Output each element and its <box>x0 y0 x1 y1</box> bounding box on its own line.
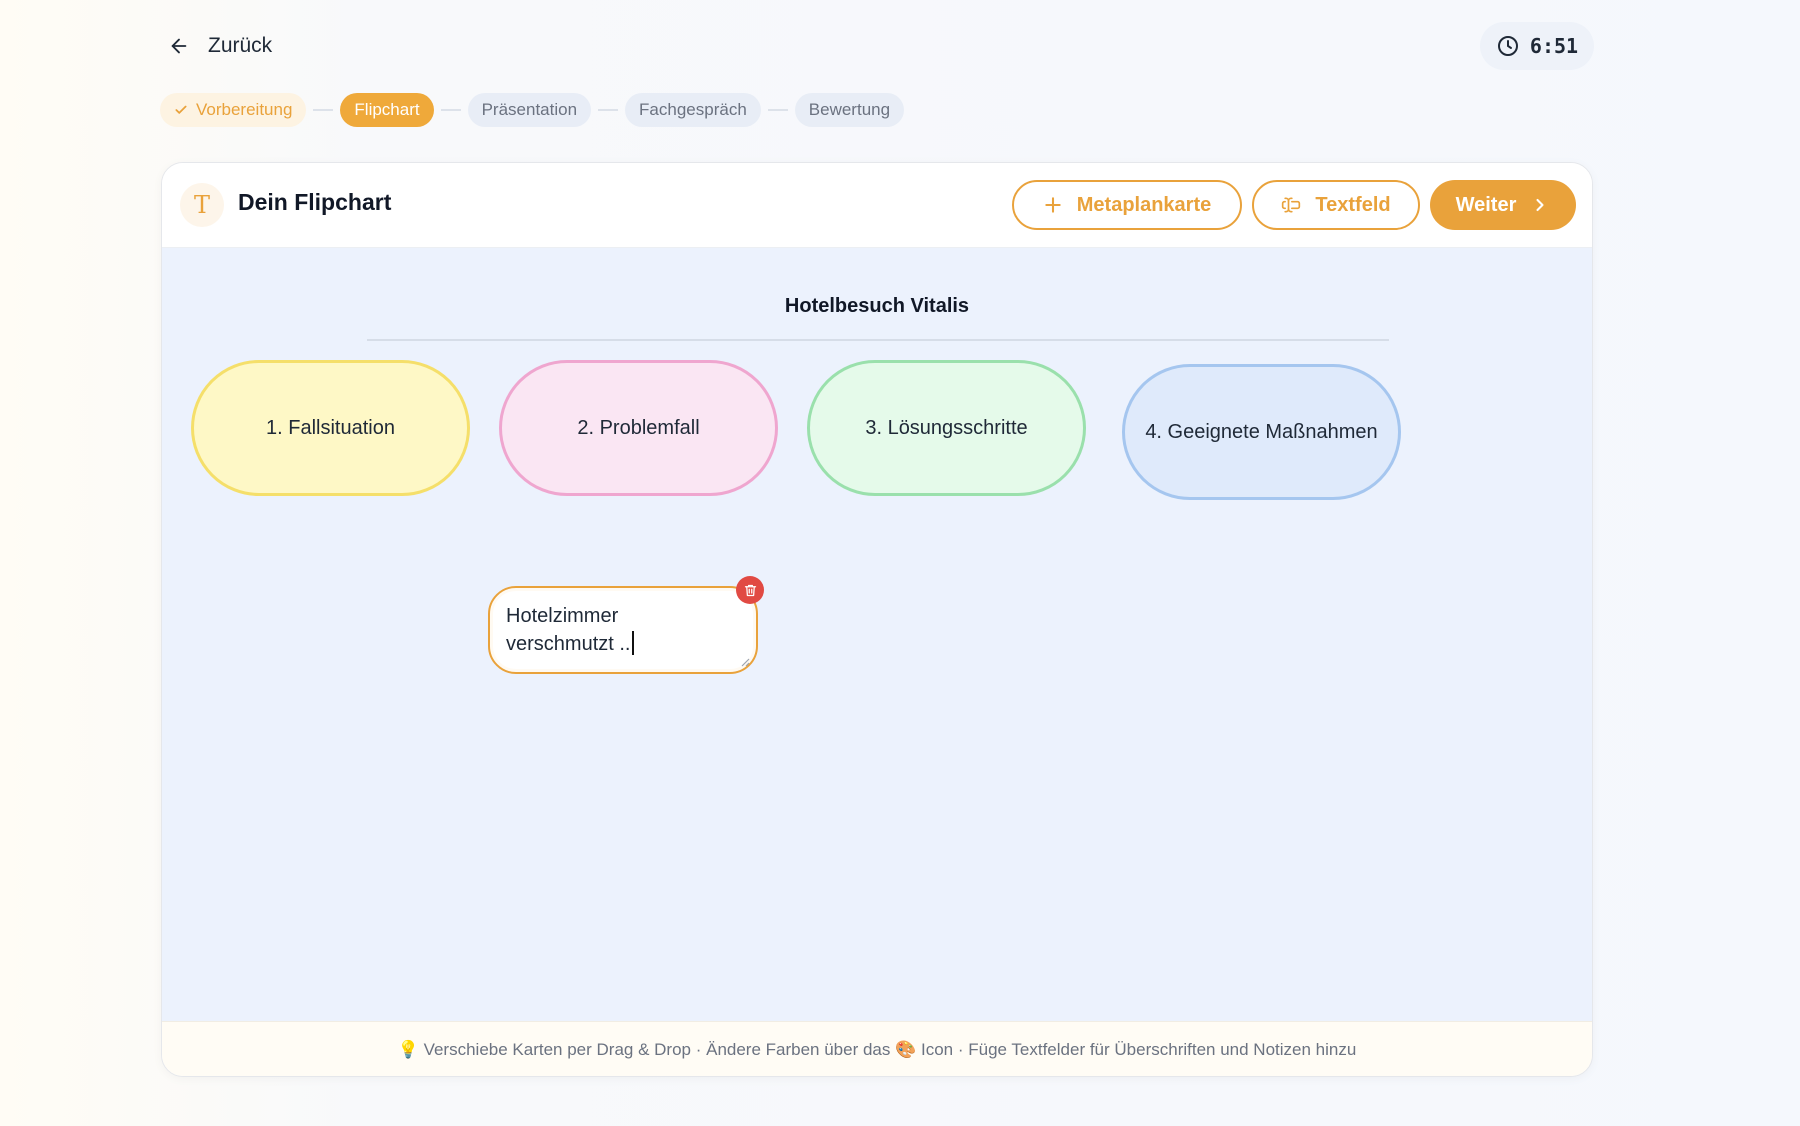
step-fachgespraech[interactable]: Fachgespräch <box>625 93 761 127</box>
trash-icon <box>744 584 756 596</box>
textfield-line-wrap: verschmutzt .. <box>506 630 742 658</box>
textfield-input[interactable]: Hotelzimmer verschmutzt .. <box>488 586 758 674</box>
flipchart-board[interactable]: Hotelbesuch Vitalis 1. Fallsituation 2. … <box>162 248 1592 1021</box>
check-icon <box>175 105 187 114</box>
metaplan-card[interactable]: 2. Problemfall <box>499 360 778 496</box>
step-praesentation[interactable]: Präsentation <box>467 93 592 127</box>
board-divider <box>367 339 1389 341</box>
text-T-icon: T <box>180 183 224 227</box>
textfield-line: Hotelzimmer <box>506 605 619 627</box>
step-label: Fachgespräch <box>639 100 747 119</box>
metaplan-card[interactable]: 1. Fallsituation <box>191 360 470 496</box>
back-label: Zurück <box>208 34 273 57</box>
board-title: Hotelbesuch Vitalis <box>784 295 970 317</box>
resize-handle-icon[interactable] <box>740 657 750 667</box>
add-textfield-button[interactable]: Textfeld <box>1252 180 1420 230</box>
step-label: Vorbereitung <box>196 100 293 119</box>
timer: 6:51 <box>1480 22 1594 70</box>
step-flipchart[interactable]: Flipchart <box>340 93 434 127</box>
card-label: 1. Fallsituation <box>266 416 395 439</box>
next-button[interactable]: Weiter <box>1430 180 1576 230</box>
button-label: Textfeld <box>1315 193 1391 216</box>
card-label: 2. Problemfall <box>577 416 700 439</box>
flipchart-card: T Dein Flipchart Metaplankarte Textfeld … <box>161 162 1593 1077</box>
text-caret <box>632 631 635 655</box>
timer-value: 6:51 <box>1529 34 1579 58</box>
step-label: Präsentation <box>481 100 578 119</box>
progress-stepper: Vorbereitung Flipchart Präsentation Fach… <box>160 93 905 127</box>
back-button[interactable]: Zurück <box>168 28 272 64</box>
textfield-line: verschmutzt .. <box>506 633 631 655</box>
clock-icon <box>1497 36 1518 56</box>
step-vorbereitung[interactable]: Vorbereitung <box>160 93 307 127</box>
chevron-right-icon <box>1536 198 1544 212</box>
metaplan-card[interactable]: 4. Geeignete Maßnahmen <box>1122 364 1401 500</box>
flipchart-header: T Dein Flipchart Metaplankarte Textfeld … <box>162 163 1592 248</box>
page-title: Dein Flipchart <box>238 189 392 215</box>
plus-icon <box>1045 197 1061 213</box>
add-metaplan-card-button[interactable]: Metaplankarte <box>1012 180 1242 230</box>
text-cursor-input-icon <box>1282 197 1301 213</box>
card-label: 4. Geeignete Maßnahmen <box>1145 420 1378 443</box>
step-label: Flipchart <box>354 100 420 119</box>
step-label: Bewertung <box>808 100 891 119</box>
step-bewertung[interactable]: Bewertung <box>794 93 905 127</box>
step-connector <box>598 109 619 111</box>
metaplan-card[interactable]: 3. Lösungsschritte <box>807 360 1086 496</box>
card-label: 3. Lösungsschritte <box>865 416 1028 439</box>
step-connector <box>313 109 334 111</box>
step-connector <box>767 109 788 111</box>
step-connector <box>440 109 461 111</box>
hint-text: 💡 Verschiebe Karten per Drag & Drop · Än… <box>397 1040 1357 1059</box>
delete-textfield-button[interactable] <box>736 576 764 604</box>
button-label: Metaplankarte <box>1076 193 1212 216</box>
arrow-left-icon <box>171 38 187 54</box>
button-label: Weiter <box>1455 193 1517 216</box>
hint-footer: 💡 Verschiebe Karten per Drag & Drop · Än… <box>162 1021 1592 1076</box>
